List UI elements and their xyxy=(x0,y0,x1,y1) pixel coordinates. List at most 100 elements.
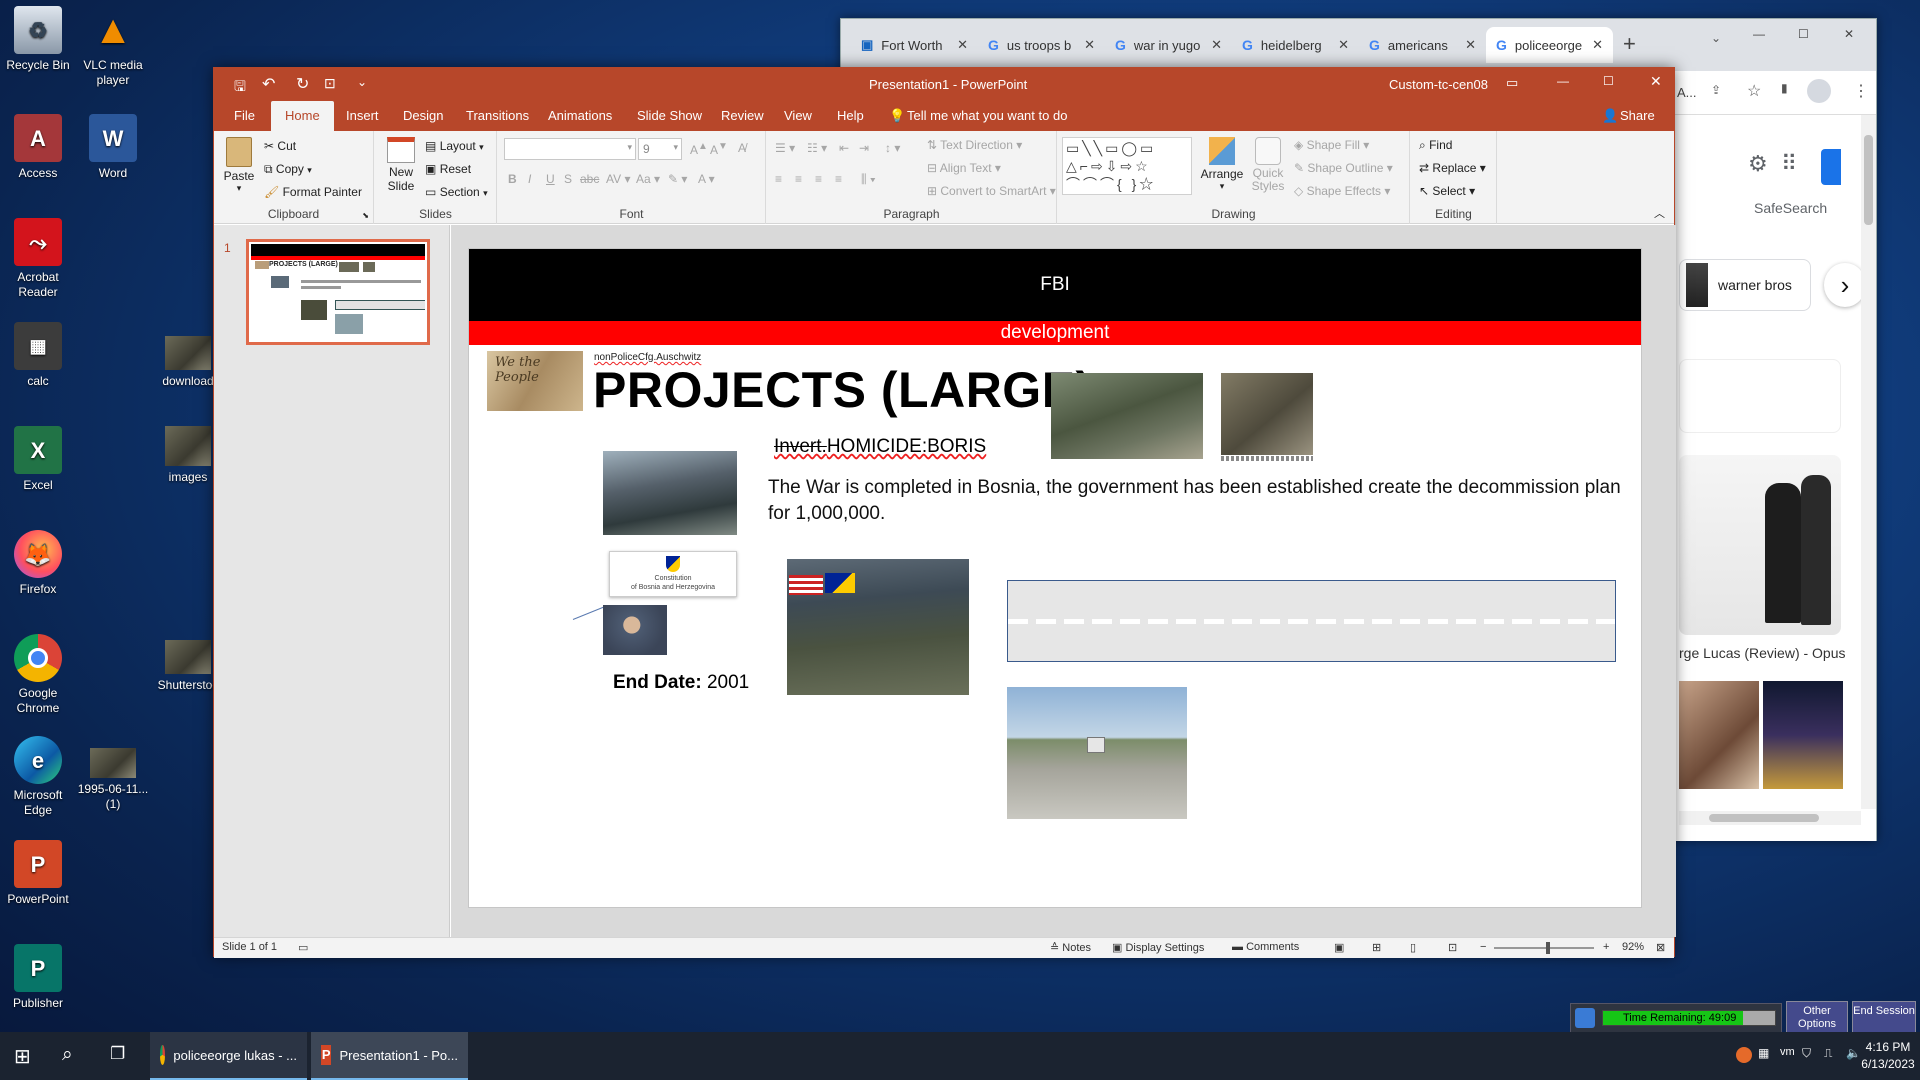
result-image[interactable] xyxy=(1679,455,1841,635)
tab-file[interactable]: File xyxy=(234,101,255,131)
slideshow-view-icon[interactable]: ⊡ xyxy=(1448,941,1457,954)
taskbar-app-powerpoint[interactable]: P Presentation1 - Po... xyxy=(311,1032,468,1080)
underline-button[interactable]: U xyxy=(546,172,555,186)
reset-button[interactable]: ▣ Reset xyxy=(425,162,471,176)
tray-network-icon[interactable]: ▦ xyxy=(1758,1046,1769,1060)
save-icon[interactable]: 🖫 xyxy=(234,76,246,100)
vertical-scrollbar[interactable] xyxy=(1861,115,1876,809)
close-button[interactable]: ✕ xyxy=(1650,73,1662,90)
we-the-people-image[interactable]: We the People xyxy=(487,351,583,411)
shape-effects-button[interactable]: ◇ Shape Effects ▾ xyxy=(1294,184,1390,198)
profile-avatar[interactable] xyxy=(1807,79,1831,103)
arrange-button[interactable]: Arrange ▾ xyxy=(1200,137,1244,192)
tray-network-wired-icon[interactable]: ⎍ xyxy=(1824,1046,1832,1061)
soldiers-humvee-image[interactable] xyxy=(1051,373,1203,459)
close-button[interactable]: ✕ xyxy=(1844,27,1854,41)
end-session-button[interactable]: End Session xyxy=(1852,1001,1916,1033)
increase-indent-icon[interactable]: ⇥ xyxy=(859,141,869,155)
clear-formatting-icon[interactable]: A̸ xyxy=(738,141,746,155)
numbering-icon[interactable]: ☷ ▾ xyxy=(807,141,827,155)
fit-to-window-icon[interactable]: ⊠ xyxy=(1656,941,1665,954)
officers-image[interactable] xyxy=(1221,373,1313,455)
decrease-indent-icon[interactable]: ⇤ xyxy=(839,141,849,155)
section-button[interactable]: ▭ Section ▾ xyxy=(425,185,488,199)
copy-button[interactable]: ⧉ Copy ▾ xyxy=(264,162,312,177)
chrome-tab[interactable]: ▣ Fort Worth ✕ xyxy=(851,27,978,63)
font-size-dropdown[interactable]: 9 ▾ xyxy=(638,138,682,160)
align-left-icon[interactable]: ≡ xyxy=(775,172,782,186)
comments-button[interactable]: ▬ Comments xyxy=(1232,941,1299,953)
checkpoint-road-image[interactable] xyxy=(1007,687,1187,819)
bold-button[interactable]: B xyxy=(508,172,517,186)
tab-design[interactable]: Design xyxy=(403,101,443,131)
slide-subheader-bar[interactable]: development xyxy=(469,321,1641,345)
desktop-icon-publisher[interactable]: P Publisher xyxy=(0,944,78,1011)
align-right-icon[interactable]: ≡ xyxy=(815,172,822,186)
desktop-icon-edge[interactable]: e Microsoft Edge xyxy=(0,736,78,818)
tab-review[interactable]: Review xyxy=(721,101,764,131)
address-bar-fragment[interactable]: A... xyxy=(1677,85,1697,100)
layout-button[interactable]: ▤ Layout ▾ xyxy=(425,139,484,153)
highlight-icon[interactable]: ✎ ▾ xyxy=(668,172,687,186)
format-painter-button[interactable]: 🖌 Format Painter xyxy=(264,185,362,199)
slide-heading[interactable]: PROJECTS (LARGE) xyxy=(593,361,1093,419)
desktop-icon-chrome[interactable]: Google Chrome xyxy=(0,634,78,716)
quick-styles-button[interactable]: Quick Styles xyxy=(1248,137,1288,193)
maximize-button[interactable]: ☐ xyxy=(1798,27,1809,41)
tray-vm-icon[interactable]: vm xyxy=(1780,1046,1795,1058)
justify-icon[interactable]: ≡ xyxy=(835,172,842,186)
result-image[interactable] xyxy=(1679,681,1759,789)
desktop-icon-recycle-bin[interactable]: ♻ Recycle Bin xyxy=(0,6,78,73)
redo-icon[interactable]: ↻ xyxy=(296,74,309,94)
columns-icon[interactable]: ⫼ ▾ xyxy=(861,172,876,187)
replace-button[interactable]: ⇄ Replace ▾ xyxy=(1419,161,1486,175)
shrink-font-icon[interactable]: A▼ xyxy=(710,141,728,157)
close-tab-icon[interactable]: ✕ xyxy=(1465,37,1476,53)
taskbar-app-chrome[interactable]: policeeorge lukas - ... xyxy=(150,1032,307,1080)
close-tab-icon[interactable]: ✕ xyxy=(1211,37,1222,53)
task-view-icon[interactable]: ❐ xyxy=(110,1044,125,1064)
minimize-button[interactable]: — xyxy=(1557,74,1569,88)
new-slide-button[interactable]: New Slide xyxy=(383,137,419,193)
shadow-button[interactable]: S xyxy=(564,172,572,186)
customize-toolbar-icon[interactable]: ⌄ xyxy=(357,75,367,89)
align-center-icon[interactable]: ≡ xyxy=(795,172,802,186)
slide-thumbnail-1[interactable]: PROJECTS (LARGE) xyxy=(246,239,430,345)
sign-in-button[interactable] xyxy=(1821,149,1841,185)
slide-canvas[interactable]: FBI development We the People nonPoliceC… xyxy=(468,248,1642,908)
desktop-icon-excel[interactable]: X Excel xyxy=(0,426,78,493)
tab-transitions[interactable]: Transitions xyxy=(466,101,529,131)
selected-textbox[interactable] xyxy=(1007,580,1616,662)
font-family-dropdown[interactable]: ▾ xyxy=(504,138,636,160)
clock[interactable]: 4:16 PM 6/13/2023 xyxy=(1860,1039,1916,1073)
chip-warner-bros[interactable]: warner bros xyxy=(1679,259,1811,311)
tab-help[interactable]: Help xyxy=(837,101,864,131)
start-button[interactable]: ⊞ xyxy=(14,1044,31,1069)
shapes-gallery[interactable]: ▭╲╲▭◯▭ △⌐⇨⇩⇨☆ ⌒⌒⌒{ }☆ xyxy=(1062,137,1192,195)
close-tab-icon[interactable]: ✕ xyxy=(1084,37,1095,53)
change-case-icon[interactable]: Aa ▾ xyxy=(636,172,660,186)
slide-sorter-icon[interactable]: ⊞ xyxy=(1372,941,1381,954)
convert-smartart-button[interactable]: ⊞ Convert to SmartArt ▾ xyxy=(927,184,1056,198)
font-color-icon[interactable]: A ▾ xyxy=(698,172,715,186)
find-button[interactable]: ⌕ Find xyxy=(1419,138,1452,153)
tab-animations[interactable]: Animations xyxy=(548,101,612,131)
close-tab-icon[interactable]: ✕ xyxy=(1592,37,1603,53)
shape-fill-button[interactable]: ◈ Shape Fill ▾ xyxy=(1294,138,1369,152)
chrome-tab[interactable]: Gus troops b ✕ xyxy=(978,27,1105,63)
close-tab-icon[interactable]: ✕ xyxy=(1338,37,1349,53)
grow-font-icon[interactable]: A▲ xyxy=(690,141,708,157)
new-tab-button[interactable]: + xyxy=(1623,31,1636,57)
result-caption[interactable]: rge Lucas (Review) - Opus xyxy=(1679,645,1846,661)
maximize-button[interactable]: ☐ xyxy=(1603,74,1614,88)
normal-view-icon[interactable]: ▣ xyxy=(1334,941,1344,954)
desktop-icon-acrobat[interactable]: ⤳ Acrobat Reader xyxy=(0,218,78,300)
desktop-icon-access[interactable]: A Access xyxy=(0,114,78,181)
share-button[interactable]: Share xyxy=(1620,101,1655,131)
shape-outline-button[interactable]: ✎ Shape Outline ▾ xyxy=(1294,161,1393,175)
collapse-ribbon-icon[interactable]: ︿ xyxy=(1654,205,1665,221)
menu-icon[interactable]: ⋮ xyxy=(1853,81,1869,101)
dialog-launcher-icon[interactable]: ⬊ xyxy=(362,211,369,220)
display-settings-button[interactable]: ▣ Display Settings xyxy=(1112,941,1204,954)
soldiers-truck-image[interactable] xyxy=(603,451,737,535)
